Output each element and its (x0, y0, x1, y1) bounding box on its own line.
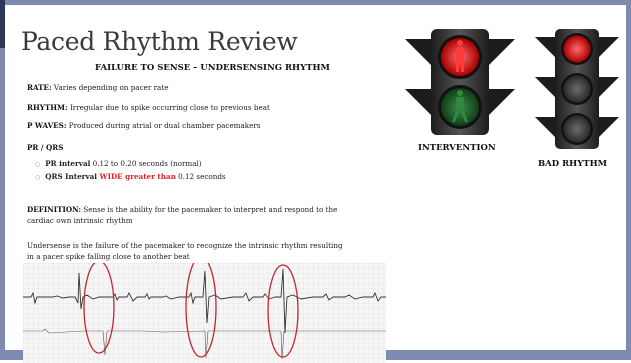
pedestrian-traffic-light-icon (405, 29, 515, 135)
definition-text: Sense is the ability for the pacemaker t… (81, 205, 338, 214)
qrs-bullet: ○ QRS Interval WIDE greater than 0.12 sec… (35, 172, 226, 181)
pwaves-label: P WAVES: (27, 121, 67, 130)
bullet-icon: ○ (35, 161, 41, 168)
pwaves-line: P WAVES: Produced during atrial or dual … (27, 121, 261, 130)
bullet-icon: ○ (35, 174, 41, 181)
pwaves-text: Produced during atrial or dual chamber p… (66, 121, 261, 130)
prqrs-label: PR / QRS (27, 143, 64, 152)
prqrs-line: PR / QRS (27, 143, 63, 152)
rhythm-label: RHYTHM: (27, 103, 68, 112)
slide: Paced Rhythm Review FAILURE TO SENSE – U… (0, 0, 631, 363)
pr-text: 0.12 to 0.20 seconds (normal) (90, 159, 202, 168)
pr-bullet: ○ PR interval 0.12 to 0.20 seconds (norma… (35, 159, 202, 168)
qrs-text: 0.12 seconds (175, 172, 226, 181)
red-traffic-light-icon (535, 29, 619, 149)
definition-line-2: cardiac own intrinsic rhythm (27, 216, 133, 225)
bad-rhythm-caption: BAD RHYTHM (538, 159, 608, 169)
rhythm-text: Irregular due to spike occurring close t… (67, 103, 270, 112)
qrs-label: QRS Interval (45, 172, 100, 181)
definition-line: DEFINITION: Sense is the ability for the… (27, 205, 337, 214)
slide-subtitle: FAILURE TO SENSE – UNDERSENSING RHYTHM (95, 63, 330, 73)
slide-title: Paced Rhythm Review (21, 27, 298, 56)
rate-line: RATE: Varies depending on pacer rate (27, 83, 168, 92)
qrs-highlight: WIDE greater than (99, 172, 176, 181)
undersense-line-2: in a pacer spike falling close to anothe… (27, 252, 190, 261)
pr-label: PR interval (45, 159, 91, 168)
rate-label: RATE: (27, 83, 52, 92)
rate-text: Varies depending on pacer rate (51, 83, 169, 92)
intervention-caption: INTERVENTION (418, 143, 496, 153)
rhythm-line: RHYTHM: Irregular due to spike occurring… (27, 103, 270, 112)
definition-label: DEFINITION: (27, 205, 82, 214)
ecg-strip-image (23, 263, 386, 363)
undersense-line: Undersense is the failure of the pacemak… (27, 241, 343, 250)
